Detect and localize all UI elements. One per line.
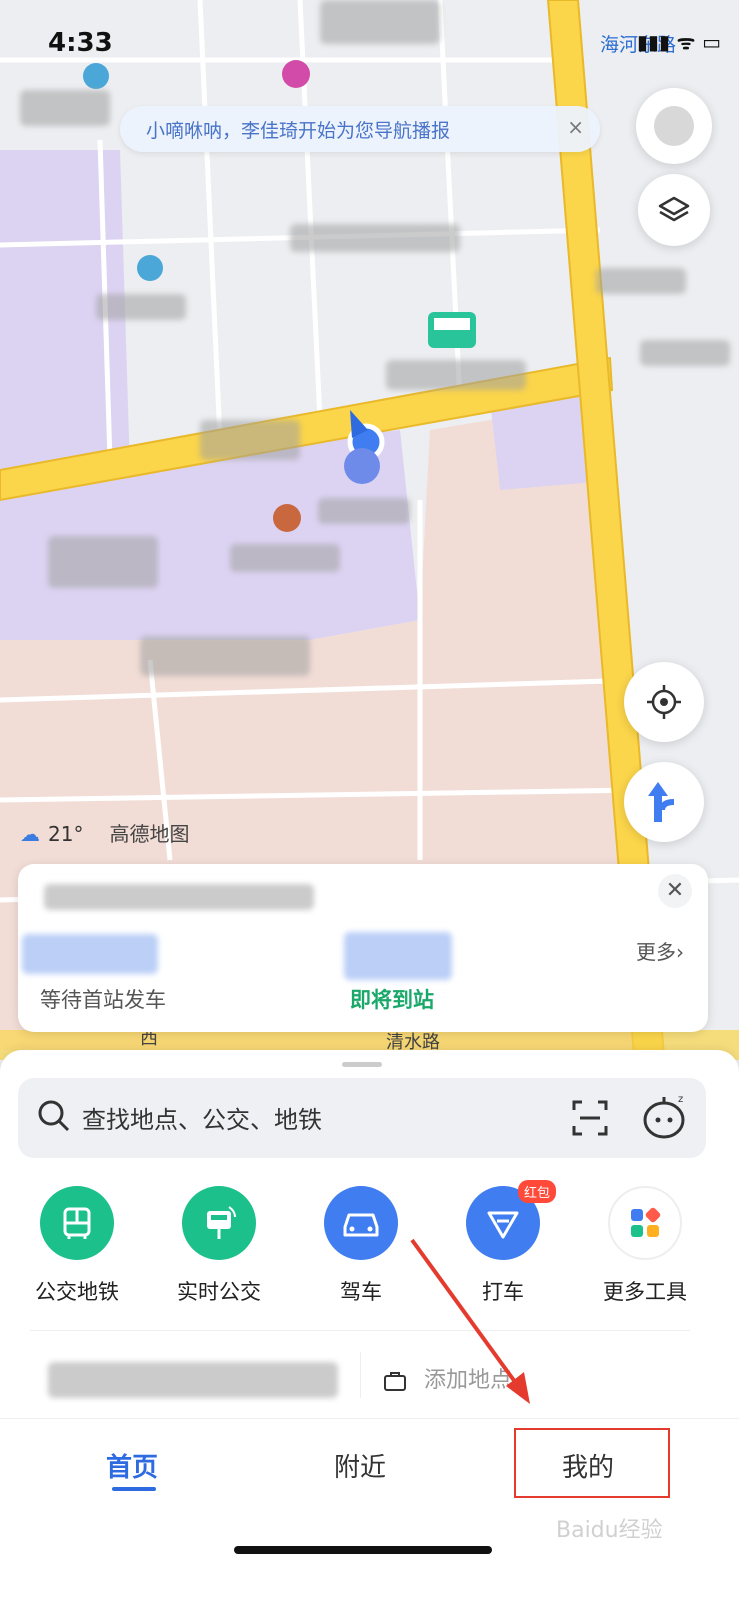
blurred-route: [44, 884, 314, 910]
more-label: 更多: [636, 940, 676, 964]
chevron-right-icon: ›: [676, 940, 684, 964]
avatar: [654, 106, 694, 146]
tool-bus-metro[interactable]: 公交地铁: [12, 1186, 142, 1306]
blurred-label: [318, 498, 410, 524]
layers-icon: [658, 196, 690, 222]
realtime-bus-icon: [182, 1186, 256, 1260]
navigate-button[interactable]: [624, 762, 704, 842]
svg-text:z: z: [678, 1094, 683, 1105]
close-icon[interactable]: ✕: [658, 874, 692, 908]
tool-realtime-bus[interactable]: 实时公交: [154, 1186, 284, 1306]
tool-label: 打车: [482, 1280, 524, 1304]
blurred-favorite: [48, 1362, 338, 1398]
wait-status: 等待首站发车: [40, 988, 166, 1012]
more-link[interactable]: 更多›: [636, 936, 684, 965]
taxi-icon: 红包: [466, 1180, 556, 1260]
highlight-box: [514, 1428, 670, 1498]
tool-label: 实时公交: [177, 1280, 261, 1304]
tab-active-indicator: [112, 1487, 156, 1491]
tab-home[interactable]: 首页: [106, 1447, 158, 1484]
search-bar[interactable]: 查找地点、公交、地铁 z: [18, 1078, 706, 1158]
home-indicator: [234, 1546, 492, 1554]
crosshair-icon: [647, 685, 681, 719]
blurred-line: [344, 932, 452, 980]
brand-label: 高德地图: [109, 822, 190, 846]
blurred-label: [96, 294, 186, 320]
blurred-label: [386, 360, 526, 390]
banner-text: 小嘀咻呐，李佳琦开始为您导航播报: [146, 120, 451, 142]
bus-card[interactable]: ✕ 更多› 等待首站发车 即将到站: [18, 864, 708, 1032]
tool-row: 公交地铁 实时公交 驾车 红包 打车 更多工具: [0, 1180, 739, 1306]
cloud-icon: ☁: [20, 822, 40, 846]
blurred-label: [640, 340, 730, 366]
bus-icon: [40, 1186, 114, 1260]
tool-label: 公交地铁: [35, 1280, 119, 1304]
weather-temp: 21°: [48, 822, 84, 846]
blurred-label: [200, 420, 300, 460]
weather-info: ☁ 21° 高德地图: [20, 818, 189, 847]
arrive-status: 即将到站: [350, 988, 434, 1012]
close-icon[interactable]: ×: [567, 115, 584, 139]
status-bar: 4:33 ▮▮▮ ᯤ ▭: [0, 28, 739, 68]
tool-label: 驾车: [340, 1280, 382, 1304]
divider: [360, 1352, 361, 1398]
tool-drive[interactable]: 驾车: [296, 1186, 426, 1306]
drag-handle[interactable]: [342, 1062, 382, 1067]
tool-taxi[interactable]: 红包 打车: [438, 1180, 568, 1306]
grid-icon: [608, 1186, 682, 1260]
tab-nearby[interactable]: 附近: [334, 1447, 386, 1484]
search-input[interactable]: 查找地点、公交、地铁: [82, 1100, 322, 1135]
avatar-button[interactable]: [636, 88, 712, 164]
red-packet-badge: 红包: [517, 1180, 556, 1203]
blurred-label: [290, 224, 460, 252]
status-time: 4:33: [48, 28, 113, 58]
locate-button[interactable]: [624, 662, 704, 742]
route-arrow-icon: [648, 782, 675, 822]
blurred-label: [140, 636, 310, 676]
briefcase-icon: [384, 1372, 406, 1391]
watermark: Baidu经验: [556, 1518, 663, 1543]
signal-battery-icon: ▮▮▮ ᯤ ▭: [636, 30, 721, 54]
voice-banner[interactable]: 小嘀咻呐，李佳琦开始为您导航播报 ×: [120, 106, 600, 152]
add-place-button[interactable]: 添加地点: [424, 1362, 512, 1394]
blurred-label: [48, 536, 158, 588]
voice-assistant-icon[interactable]: z: [640, 1092, 690, 1142]
search-icon: [38, 1100, 70, 1132]
blurred-line: [22, 934, 158, 974]
blurred-label: [20, 90, 110, 126]
blurred-label: [596, 268, 686, 294]
blurred-label: [230, 544, 340, 572]
layers-button[interactable]: [638, 174, 710, 246]
divider: [30, 1330, 690, 1331]
car-icon: [324, 1186, 398, 1260]
scan-icon[interactable]: [570, 1098, 610, 1138]
tool-label: 更多工具: [603, 1280, 687, 1304]
tool-more[interactable]: 更多工具: [580, 1186, 710, 1306]
